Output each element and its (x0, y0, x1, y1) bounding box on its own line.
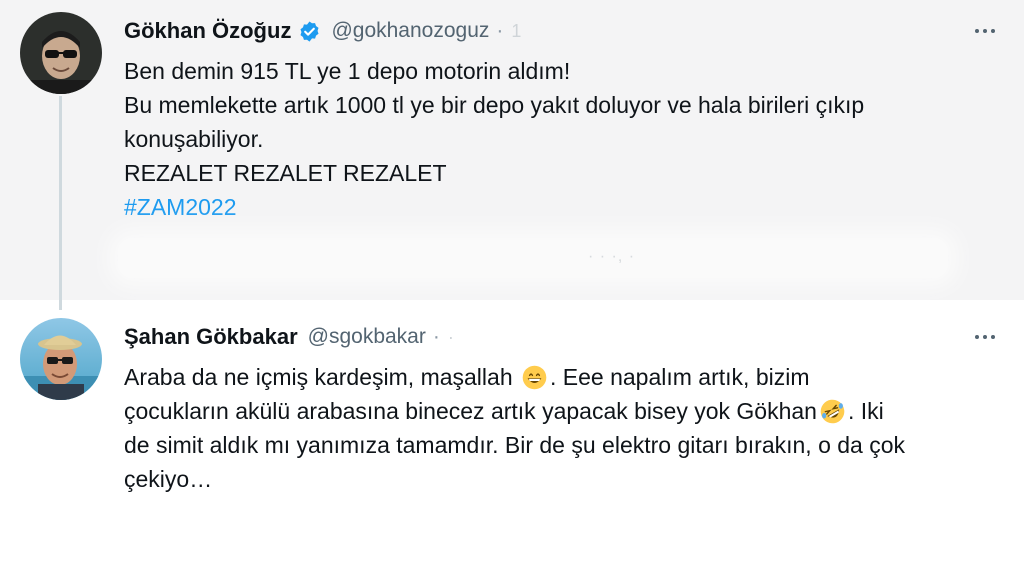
tweet-text-segment: Araba da ne içmiş kardeşim, maşallah (124, 364, 513, 390)
tweet-text: Araba da ne içmiş kardeşim, maşallah . E… (124, 360, 1004, 496)
tweet-text-segment: . Eee napalım artık, bizim (550, 364, 810, 390)
tweet-text-segment: çocukların akülü arabasına binecez artık… (124, 398, 817, 424)
tweet-line: de simit aldık mı yanımıza tamamdır. Bir… (124, 432, 906, 458)
tweet-time[interactable]: · (448, 327, 454, 348)
tweet-gokhan[interactable]: Gökhan Özoğuz @gokhanozoguz · 1 Ben demi… (0, 0, 1024, 300)
author-handle[interactable]: @sgokbakar (308, 325, 426, 349)
tweet-header: Gökhan Özoğuz @gokhanozoguz · 1 (124, 16, 521, 46)
tweet-header: Şahan Gökbakar @sgokbakar · · (124, 322, 454, 352)
verified-badge-icon (298, 20, 321, 43)
separator-dot: · (496, 19, 504, 42)
avatar-gokhan[interactable] (20, 12, 102, 94)
tweet-text-segment: . Iki (847, 398, 884, 424)
tweet-line: çocukların akülü arabasına binecez artık… (124, 394, 1004, 428)
author-name[interactable]: Gökhan Özoğuz (124, 18, 291, 44)
tweet-line: çekiyo… (124, 466, 213, 492)
author-handle[interactable]: @gokhanozoguz (331, 19, 489, 43)
tweet-sahan[interactable]: Şahan Gökbakar @sgokbakar · · Araba da n… (0, 300, 1024, 580)
tweet-line: Ben demin 915 TL ye 1 depo motorin aldım… (124, 58, 571, 84)
grinning-face-icon (522, 365, 547, 390)
thread-connector-line (59, 96, 62, 310)
hashtag-link[interactable]: #ZAM2022 (124, 190, 994, 224)
tweet-time[interactable]: 1 (511, 21, 521, 42)
separator-dot: · (432, 325, 440, 348)
blurred-meta-text: · · ·, · (588, 248, 636, 265)
tweet-text: Ben demin 915 TL ye 1 depo motorin aldım… (124, 54, 994, 224)
avatar-sahan[interactable] (20, 318, 102, 400)
tweet-line: konuşabiliyor. (124, 126, 264, 152)
tweet-line: Bu memlekette artık 1000 tl ye bir depo … (124, 92, 865, 118)
more-options-icon[interactable] (968, 325, 1002, 349)
more-options-icon[interactable] (968, 19, 1002, 43)
tweet-line: REZALET REZALET REZALET (124, 160, 447, 186)
tweet-line: Araba da ne içmiş kardeşim, maşallah . E… (124, 360, 1004, 394)
author-name[interactable]: Şahan Gökbakar (124, 324, 298, 350)
blurred-tweet-metadata: · · ·, · (118, 238, 948, 278)
rofl-icon (820, 399, 845, 424)
